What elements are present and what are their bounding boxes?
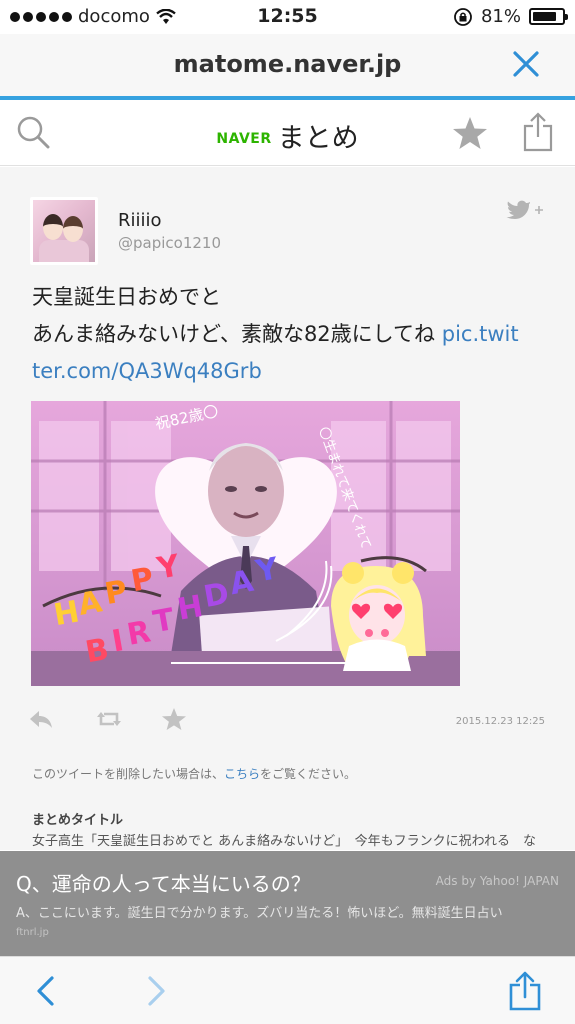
battery-icon: [529, 8, 568, 25]
tweet-photo[interactable]: 祝82歳〇 〇生まれて来てくれて H A P P Y B I R T H D A…: [31, 401, 460, 686]
forward-chevron-icon[interactable]: [144, 975, 168, 1007]
tweet-line-2: あんま絡みないけど、素敵な82歳にしてね pic.twit: [32, 316, 552, 353]
tweet-text: 天皇誕生日おめでと あんま絡みないけど、素敵な82歳にしてね pic.twit …: [32, 279, 552, 390]
ad-question[interactable]: Q、運命の人って本当にいるの？: [16, 868, 311, 897]
tweet-line-1: 天皇誕生日おめでと: [32, 285, 221, 309]
orientation-lock-icon: [454, 7, 472, 26]
ad-attribution[interactable]: Ads by Yahoo! JAPAN: [436, 874, 559, 888]
tweet-pic-link-b[interactable]: ter.com/QA3Wq48Grb: [32, 353, 552, 390]
favorite-star-icon[interactable]: [452, 116, 488, 150]
status-right: 81%: [453, 6, 568, 27]
matome-title-text[interactable]: 女子高生「天皇誕生日おめでと あんま絡みないけど」 今年もフランクに祝われる な: [32, 830, 575, 849]
tweet-pic-link-a[interactable]: pic.twit: [442, 322, 519, 346]
back-chevron-icon[interactable]: [34, 975, 58, 1007]
share-icon[interactable]: [508, 971, 542, 1011]
retweet-icon[interactable]: [96, 707, 122, 731]
tweet-timestamp: 2015.12.23 12:25: [455, 716, 545, 727]
matome-name: まとめ: [277, 123, 359, 154]
tweet-handle[interactable]: @papico1210: [118, 234, 221, 252]
ad-banner[interactable]: Q、運命の人って本当にいるの？ Ads by Yahoo! JAPAN A、ここ…: [0, 851, 575, 956]
delete-note-before: このツイートを削除したい場合は、: [32, 767, 225, 781]
ad-description[interactable]: A、ここにいます。誕生日で分かります。ズバリ当たる！怖いほど。無料誕生日占い: [16, 902, 503, 921]
ad-source: ftnrl.jp: [16, 927, 49, 938]
naver-brand: NAVER: [216, 131, 272, 147]
battery-percent: 81%: [480, 6, 521, 27]
site-header: NAVER まとめ: [0, 100, 575, 166]
matome-title-label: まとめタイトル: [32, 813, 124, 828]
delete-note-after: をご覧ください。: [260, 767, 357, 781]
tweet-line-2-text: あんま絡みないけど、素敵な82歳にしてね: [32, 322, 436, 346]
favorite-icon[interactable]: [161, 707, 187, 731]
twitter-follow-icon[interactable]: [506, 198, 546, 220]
tweet-card: Riiiio @papico1210 天皇誕生日おめでと あんま絡みないけど、素…: [0, 167, 575, 850]
url-bar: matome.naver.jp: [0, 34, 575, 96]
delete-note: このツイートを削除したい場合は、こちらをご覧ください。: [32, 765, 356, 782]
share-icon[interactable]: [522, 112, 554, 152]
url-domain[interactable]: matome.naver.jp: [0, 50, 575, 78]
close-icon[interactable]: [511, 49, 541, 79]
tweet-username[interactable]: Riiiio: [118, 210, 162, 231]
avatar[interactable]: [30, 197, 98, 265]
status-bar: docomo 12:55 81%: [0, 0, 575, 34]
delete-note-link[interactable]: こちら: [224, 767, 260, 781]
site-logo[interactable]: NAVER まとめ: [0, 116, 575, 155]
reply-icon[interactable]: [28, 707, 54, 731]
browser-toolbar: [0, 956, 575, 1024]
